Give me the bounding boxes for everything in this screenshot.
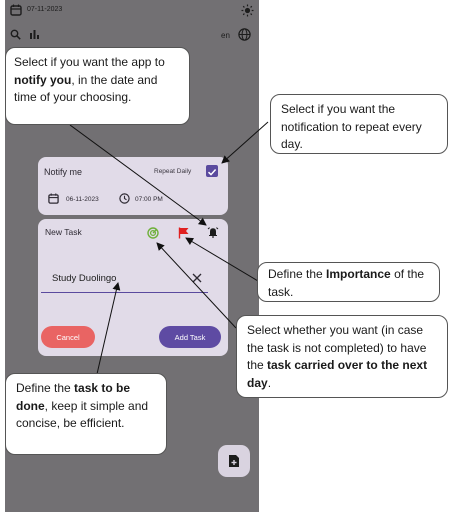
callout-importance: Define the Importance of the task. bbox=[257, 262, 440, 302]
callout-carry-over: Select whether you want (in case the tas… bbox=[236, 315, 448, 398]
pointer-carry bbox=[156, 242, 237, 329]
pointer-notify bbox=[69, 124, 207, 226]
callout-repeat: Select if you want the notification to r… bbox=[270, 94, 448, 154]
callout-define-task: Define the task to be done, keep it simp… bbox=[5, 373, 167, 455]
callout-notify: Select if you want the app to notify you… bbox=[5, 47, 190, 125]
pointer-repeat bbox=[221, 121, 269, 164]
pointer-define bbox=[96, 282, 121, 375]
pointer-importance bbox=[185, 237, 259, 282]
